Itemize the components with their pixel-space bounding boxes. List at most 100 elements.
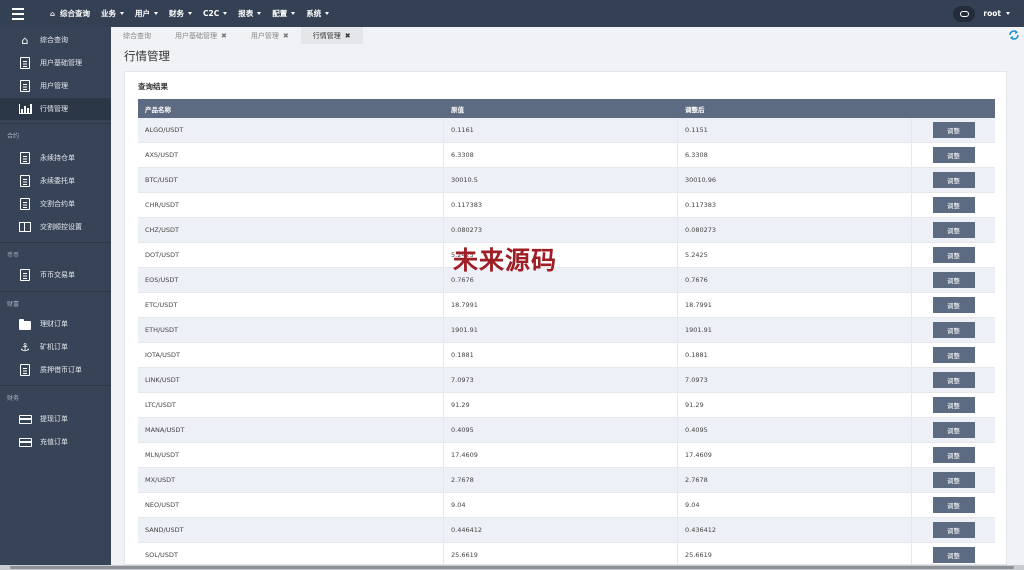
card-glyph — [18, 437, 32, 447]
table-row: CHR/USDT 0.117383 0.117383 调整 — [138, 192, 995, 218]
cell-adjusted: 0.1151 — [678, 117, 912, 143]
top-nav-item[interactable]: 业务 — [101, 8, 125, 19]
scrollbar-thumb[interactable] — [10, 566, 1014, 569]
close-icon[interactable]: ✖ — [345, 32, 351, 40]
sidebar-item-label: 币币交易单 — [40, 271, 75, 279]
adjust-button[interactable]: 调整 — [932, 272, 975, 288]
close-icon[interactable]: ✖ — [221, 32, 227, 40]
top-nav-label: 配置 — [272, 9, 288, 18]
tab[interactable]: 用户管理 ✖ — [239, 27, 301, 44]
cell-name: EOS/USDT — [138, 267, 444, 293]
horizontal-scrollbar[interactable] — [0, 565, 1024, 570]
adjust-button[interactable]: 调整 — [932, 297, 975, 313]
adjust-button[interactable]: 调整 — [932, 147, 975, 163]
tab-label: 行情管理 — [312, 31, 341, 40]
table-row: SOL/USDT 25.6619 25.6619 调整 — [138, 542, 995, 564]
adjust-button[interactable]: 调整 — [932, 197, 975, 213]
table-row: EOS/USDT 0.7676 0.7676 调整 — [138, 267, 995, 293]
sidebar-item[interactable]: 充值订单 — [0, 431, 111, 453]
adjust-button[interactable]: 调整 — [932, 447, 975, 463]
sidebar-item[interactable]: 用户管理 — [0, 75, 111, 97]
adjust-button[interactable]: 调整 — [932, 322, 975, 338]
sidebar-item[interactable]: 理财订单 — [0, 313, 111, 335]
tab-label: 用户管理 — [250, 31, 279, 40]
adjust-button[interactable]: 调整 — [932, 172, 975, 188]
table-row: ETC/USDT 18.7991 18.7991 调整 — [138, 292, 995, 318]
sidebar-item[interactable]: ⌂ 综合查询 — [0, 29, 111, 51]
sidebar-item[interactable]: 永续委托单 — [0, 170, 111, 192]
table-row: ALGO/USDT 0.1161 0.1151 调整 — [138, 117, 995, 143]
adjust-button[interactable]: 调整 — [932, 347, 975, 363]
document-glyph — [20, 57, 30, 69]
sidebar-item[interactable]: 交割顺控设置 — [0, 216, 111, 238]
cell-adjusted: 0.117383 — [678, 192, 912, 218]
top-nav-item[interactable]: 配置 — [272, 8, 296, 19]
sidebar-item[interactable]: 用户基础管理 — [0, 52, 111, 74]
username[interactable]: root — [983, 9, 1001, 18]
sidebar-item-label: 矿机订单 — [40, 343, 68, 351]
adjust-button[interactable]: 调整 — [932, 372, 975, 388]
top-nav-item[interactable]: 系统 — [306, 8, 330, 19]
column-header-name: 产品名称 — [145, 105, 171, 114]
cell-adjusted: 17.4609 — [678, 442, 912, 468]
sidebar-item[interactable]: 提现订单 — [0, 408, 111, 430]
adjust-button[interactable]: 调整 — [932, 422, 975, 438]
adjust-button[interactable]: 调整 — [932, 497, 975, 513]
cell-adjusted: 18.7991 — [678, 292, 912, 318]
watermark-text: 未来源码 — [453, 246, 558, 275]
anchor-glyph: ⚓ — [20, 340, 30, 354]
columns-glyph — [19, 222, 31, 232]
sidebar-item[interactable]: 行情管理 — [0, 98, 111, 120]
sidebar-item[interactable]: 币币交易单 — [0, 264, 111, 286]
column-header-original: 原值 — [451, 105, 464, 114]
top-nav-item[interactable]: 用户 — [135, 8, 159, 19]
top-nav-label: 业务 — [101, 9, 117, 18]
adjust-button[interactable]: 调整 — [932, 472, 975, 488]
sidebar-item-label: 用户基础管理 — [40, 59, 82, 67]
adjust-button[interactable]: 调整 — [932, 397, 975, 413]
table-row: LTC/USDT 91.29 91.29 调整 — [138, 392, 995, 418]
menu-toggle-icon[interactable] — [0, 0, 36, 27]
results-panel: 查询结果 产品名称 原值 调整后 ALGO/USDT 0.1161 0.1151 调整… — [124, 71, 1007, 565]
table-row: MLN/USDT 17.4609 17.4609 调整 — [138, 442, 995, 468]
adjust-button[interactable]: 调整 — [932, 122, 975, 138]
sidebar: ⌂ 综合查询 用户基础管理 用户管理 行情管理 合约 永续持仓单 永续委托单 交割合约单 交割顺控… — [0, 27, 111, 565]
cell-adjusted: 25.6619 — [678, 542, 912, 564]
sidebar-item[interactable]: 质押借币订单 — [0, 359, 111, 381]
user-menu-caret-icon[interactable] — [1006, 12, 1010, 15]
adjust-button[interactable]: 调整 — [932, 522, 975, 538]
sidebar-item[interactable]: 交割合约单 — [0, 193, 111, 215]
close-icon[interactable]: ✖ — [283, 32, 289, 40]
top-nav-item[interactable]: 报表 — [238, 8, 262, 19]
top-nav-item[interactable]: 财务 — [169, 8, 193, 19]
table-row: ETH/USDT 1901.91 1901.91 调整 — [138, 317, 995, 343]
cell-original: 0.080273 — [444, 217, 678, 243]
adjust-button[interactable]: 调整 — [932, 247, 975, 263]
cell-original: 0.117383 — [444, 192, 678, 218]
document-glyph — [20, 364, 30, 376]
tab-label: 综合查询 — [123, 31, 151, 40]
table-body: ALGO/USDT 0.1161 0.1151 调整 AXS/USDT 6.3308 6.3… — [138, 117, 995, 564]
document-icon — [18, 198, 32, 210]
adjust-button[interactable]: 调整 — [932, 222, 975, 238]
refresh-icon[interactable] — [1008, 29, 1020, 41]
cell-name: AXS/USDT — [138, 142, 444, 168]
sidebar-item[interactable]: 永续持仓单 — [0, 147, 111, 169]
chat-icon[interactable] — [953, 5, 976, 22]
cell-action: 调整 — [912, 272, 995, 288]
sidebar-item-label: 行情管理 — [40, 105, 68, 113]
top-nav-item[interactable]: C2C — [203, 9, 228, 18]
top-nav-item[interactable]: ⌂ 综合查询 — [50, 8, 90, 19]
adjust-button[interactable]: 调整 — [932, 547, 975, 563]
top-nav-label: 系统 — [306, 9, 322, 18]
cell-original: 7.0973 — [444, 367, 678, 393]
sidebar-item[interactable]: ⚓ 矿机订单 — [0, 336, 111, 358]
sidebar-section-spot: 币币 — [7, 252, 20, 259]
tab-label: 用户基础管理 — [175, 31, 217, 40]
cell-adjusted: 30010.96 — [678, 167, 912, 193]
tab[interactable]: 行情管理 ✖ — [300, 27, 363, 44]
page-title: 行情管理 — [124, 49, 170, 63]
cell-action: 调整 — [912, 472, 995, 488]
tab[interactable]: 用户基础管理 ✖ — [163, 27, 239, 44]
tab[interactable]: 综合查询 — [111, 27, 163, 44]
